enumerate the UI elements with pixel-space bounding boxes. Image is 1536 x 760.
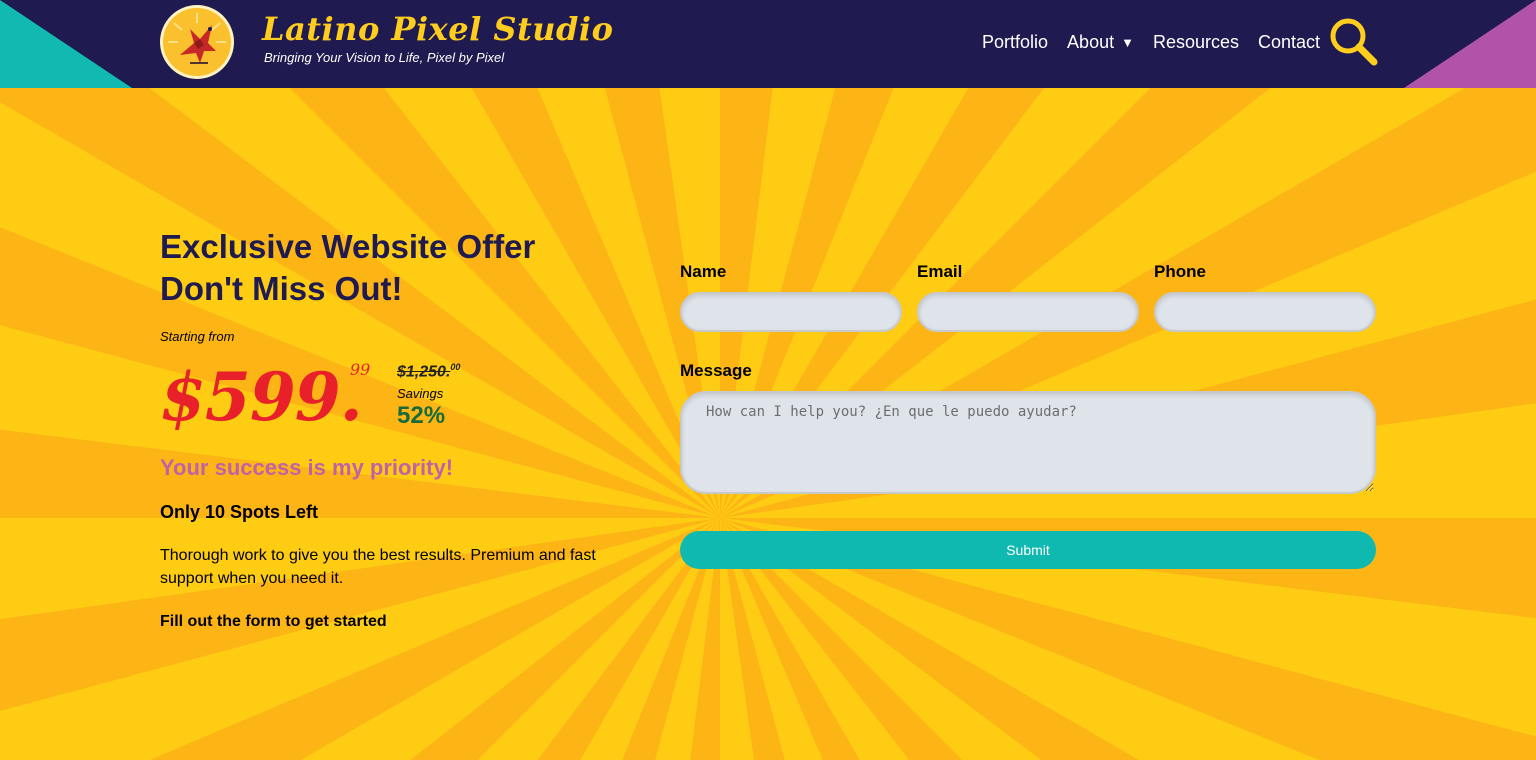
header-purple-triangle <box>1404 0 1536 88</box>
phone-label: Phone <box>1154 262 1206 281</box>
name-input[interactable] <box>680 292 902 332</box>
spots-left: Only 10 Spots Left <box>160 502 319 522</box>
site-header: Latino Pixel Studio Bringing Your Vision… <box>0 0 1536 88</box>
starting-from-label: Starting from <box>160 329 235 344</box>
submit-button[interactable]: Submit <box>680 531 1376 569</box>
nav-item-contact[interactable]: Contact <box>1258 32 1320 53</box>
savings-label: Savings <box>397 386 444 401</box>
original-price-cents: 00 <box>450 362 461 372</box>
contact-form: Name Email Phone Message Submit <box>680 262 1376 569</box>
name-label: Name <box>680 262 727 281</box>
offer-description: Thorough work to give you the best resul… <box>160 547 596 587</box>
offer-section: Exclusive Website Offer Don't Miss Out! … <box>160 226 630 631</box>
message-label: Message <box>680 361 752 380</box>
phone-field-group: Phone <box>1154 262 1376 332</box>
original-price-value: $1,250. <box>397 363 451 381</box>
nav-item-resources[interactable]: Resources <box>1153 32 1239 53</box>
nav-item-portfolio[interactable]: Portfolio <box>982 32 1048 53</box>
headline-line-1: Exclusive Website Offer <box>160 228 536 265</box>
savings-value: 52% <box>397 402 446 429</box>
headline-line-2: Don't Miss Out! <box>160 270 403 307</box>
firebird-logo-icon[interactable] <box>160 5 234 79</box>
brand: Latino Pixel Studio Bringing Your Vision… <box>262 10 613 65</box>
search-icon[interactable] <box>1328 16 1380 68</box>
nav-label: Contact <box>1258 32 1321 52</box>
offer-headline: Exclusive Website Offer Don't Miss Out! <box>160 226 630 310</box>
message-field-group: Message <box>680 361 1376 494</box>
nav-label: Portfolio <box>982 32 1049 52</box>
form-cta: Fill out the form to get started <box>160 613 387 630</box>
original-price: $1,250.00 <box>397 362 460 381</box>
sale-price: $599. <box>160 358 363 436</box>
email-label: Email <box>917 262 963 281</box>
phone-input[interactable] <box>1154 292 1376 332</box>
brand-tagline: Bringing Your Vision to Life, Pixel by P… <box>264 50 505 65</box>
priority-slogan: Your success is my priority! <box>160 455 454 480</box>
brand-title[interactable]: Latino Pixel Studio <box>262 10 613 48</box>
contact-fields-row: Name Email Phone <box>680 262 1376 332</box>
header-teal-triangle <box>0 0 132 88</box>
nav-item-about[interactable]: About ▼ <box>1067 32 1134 53</box>
name-field-group: Name <box>680 262 902 332</box>
price-block: $599. 99 $1,250.00 Savings 52% <box>160 348 630 438</box>
main-nav: Portfolio About ▼ Resources Contact <box>982 32 1320 53</box>
nav-label: About <box>1067 32 1115 52</box>
caret-down-icon: ▼ <box>1121 35 1134 50</box>
sale-price-cents: 99 <box>350 360 371 379</box>
message-textarea[interactable] <box>680 391 1376 494</box>
nav-label: Resources <box>1152 32 1240 52</box>
email-field-group: Email <box>917 262 1139 332</box>
email-input[interactable] <box>917 292 1139 332</box>
